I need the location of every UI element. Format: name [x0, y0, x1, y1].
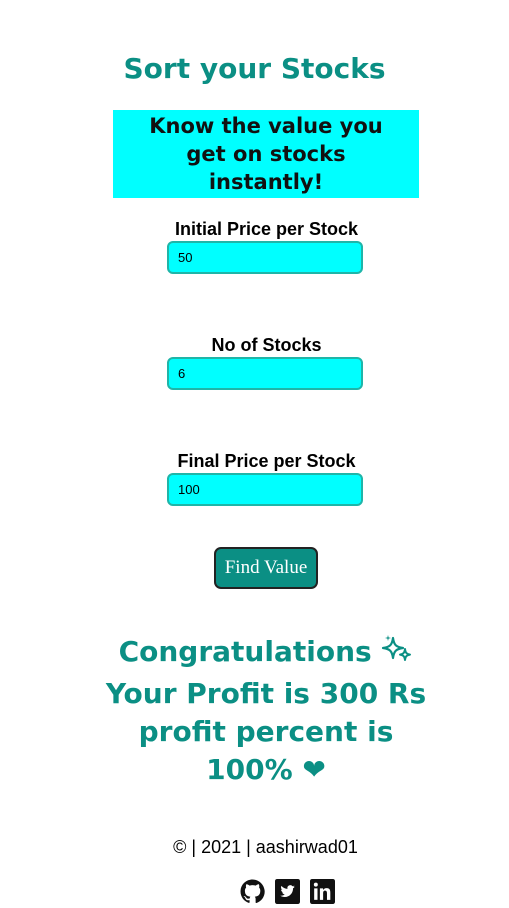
congratulations-text: Congratulations — [118, 635, 372, 668]
tagline-banner: Know the value you get on stocks instant… — [113, 110, 419, 198]
github-icon[interactable] — [240, 879, 265, 904]
sparkle-icon — [381, 635, 413, 675]
find-value-button[interactable]: Find Value — [214, 547, 318, 589]
heart-icon: ❤ — [302, 753, 326, 786]
final-price-input[interactable] — [167, 473, 363, 506]
initial-price-label: Initial Price per Stock — [174, 219, 359, 239]
initial-price-input[interactable] — [167, 241, 363, 274]
final-price-label: Final Price per Stock — [177, 451, 356, 471]
tagline-text: Know the value you get on stocks instant… — [149, 114, 383, 194]
profit-text: Your Profit is 300 Rs profit percent is … — [105, 677, 427, 786]
stock-count-input[interactable] — [167, 357, 363, 390]
stock-count-label: No of Stocks — [211, 335, 322, 355]
footer-credit: © | 2021 | aashirwad01 — [173, 837, 358, 857]
linkedin-icon[interactable] — [310, 879, 335, 904]
social-links — [240, 879, 335, 904]
twitter-icon[interactable] — [275, 879, 300, 904]
page-title: Sort your Stocks — [123, 52, 386, 85]
result-message: Congratulations Your Profit is 300 Rs pr… — [100, 633, 432, 789]
